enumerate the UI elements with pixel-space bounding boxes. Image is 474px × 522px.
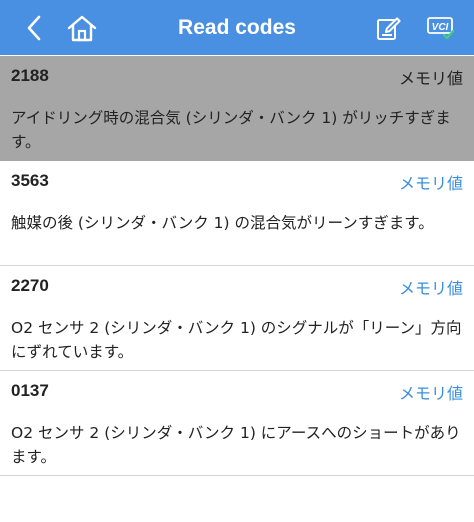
trouble-code: 2188 xyxy=(11,66,49,85)
freeze-frame-link[interactable]: メモリ値 xyxy=(399,380,463,404)
trouble-code: 0137 xyxy=(11,381,49,400)
code-row[interactable]: 0137 メモリ値 O2 センサ 2 (シリンダ・バンク 1) にアースへのショ… xyxy=(0,371,474,476)
trouble-code: 3563 xyxy=(11,171,49,190)
freeze-frame-link[interactable]: メモリ値 xyxy=(399,170,463,194)
vci-status-button[interactable]: VCI xyxy=(420,0,462,55)
code-row[interactable]: 2270 メモリ値 O2 センサ 2 (シリンダ・バンク 1) のシグナルが「リ… xyxy=(0,266,474,371)
edit-icon xyxy=(377,16,401,40)
code-description: O2 センサ 2 (シリンダ・バンク 1) のシグナルが「リーン」方向にずれてい… xyxy=(11,319,462,361)
code-description: アイドリング時の混合気 (シリンダ・バンク 1) がリッチすぎます。 xyxy=(11,109,451,151)
home-icon xyxy=(67,15,97,41)
trouble-code-list: 2188 メモリ値 アイドリング時の混合気 (シリンダ・バンク 1) がリッチす… xyxy=(0,56,474,476)
code-description: O2 センサ 2 (シリンダ・バンク 1) にアースへのショートがあります。 xyxy=(11,424,461,466)
home-button[interactable] xyxy=(60,0,104,55)
back-button[interactable] xyxy=(14,0,54,55)
vci-connected-icon: VCI xyxy=(427,16,455,39)
code-row[interactable]: 3563 メモリ値 触媒の後 (シリンダ・バンク 1) の混合気がリーンすぎます… xyxy=(0,161,474,266)
freeze-frame-link[interactable]: メモリ値 xyxy=(399,275,463,299)
chevron-left-icon xyxy=(27,15,41,40)
code-description: 触媒の後 (シリンダ・バンク 1) の混合気がリーンすぎます。 xyxy=(11,214,434,232)
top-bar: Read codes VCI xyxy=(0,0,474,55)
vci-label: VCI xyxy=(432,22,449,33)
freeze-frame-link[interactable]: メモリ値 xyxy=(399,65,463,89)
trouble-code: 2270 xyxy=(11,276,49,295)
code-row[interactable]: 2188 メモリ値 アイドリング時の混合気 (シリンダ・バンク 1) がリッチす… xyxy=(0,56,474,161)
edit-button[interactable] xyxy=(372,0,406,55)
